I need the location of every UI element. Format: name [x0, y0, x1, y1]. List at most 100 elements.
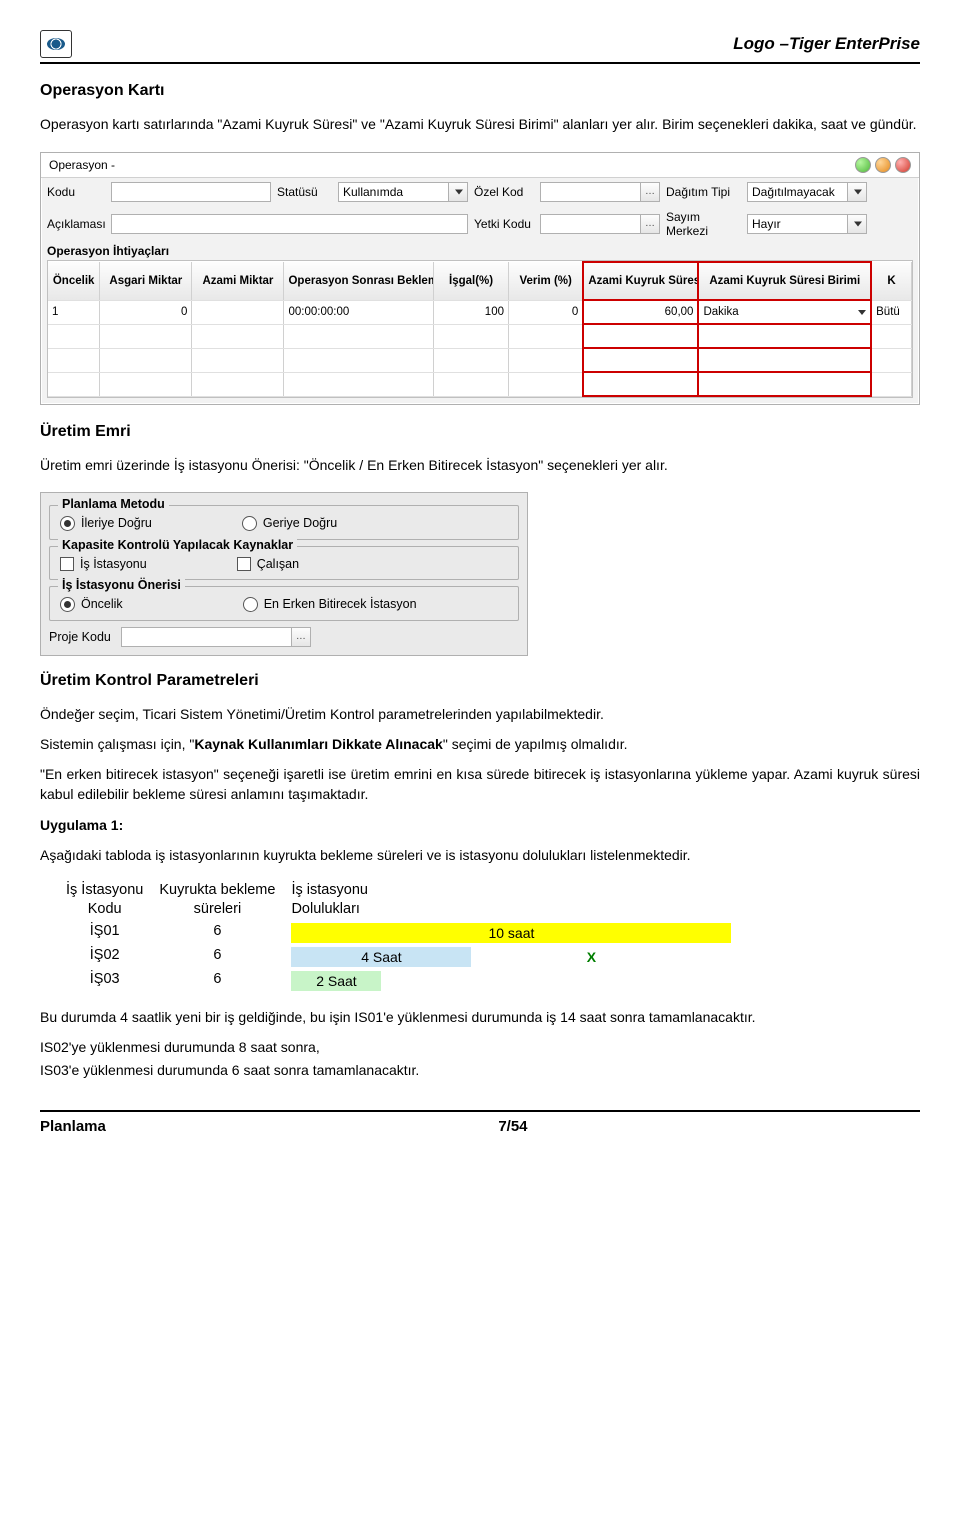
section3-title: Üretim Kontrol Parametreleri: [40, 672, 920, 690]
cell-kuyruk[interactable]: 60,00: [583, 300, 698, 324]
col-azami[interactable]: Azami Miktar: [192, 262, 284, 300]
col-birim[interactable]: Azami Kuyruk Süresi Birimi: [698, 262, 871, 300]
bottom-rule: [40, 1110, 920, 1112]
cell-kod: İŞ03: [58, 969, 151, 993]
chevron-down-icon: [854, 190, 862, 195]
s3-p3: "En erken bitirecek istasyon" seçeneği i…: [40, 764, 920, 805]
col-asgari[interactable]: Asgari Miktar: [100, 262, 192, 300]
s4-p3: IS03'e yüklenmesi durumunda 6 saat sonra…: [40, 1060, 920, 1080]
checkbox-icon: [60, 557, 74, 571]
planlama-panel: Planlama Metodu İleriye Doğru Geriye Doğ…: [40, 492, 528, 656]
section2-title: Üretim Emri: [40, 423, 920, 441]
th-doluluk: İş istasyonuDolulukları: [283, 879, 739, 921]
window-title: Operasyon -: [49, 158, 115, 172]
row-is01: İŞ01 6 10 saat: [58, 921, 739, 945]
cell-isgal[interactable]: 100: [434, 300, 509, 324]
s3-p4: Aşağıdaki tabloda iş istasyonlarının kuy…: [40, 845, 920, 865]
radio-on-icon: [60, 597, 75, 612]
row-is02: İŞ02 6 4 SaatX: [58, 945, 739, 969]
group-label: Operasyon İhtiyaçları: [41, 242, 919, 258]
dagitim-select[interactable]: Dağıtılmayacak: [747, 182, 867, 202]
cell-asgari[interactable]: 0: [100, 300, 192, 324]
yetki-input[interactable]: [540, 214, 660, 234]
cell-azami[interactable]: [192, 300, 284, 324]
radio-oncelik[interactable]: Öncelik: [60, 597, 123, 612]
aciklama-label: Açıklaması: [47, 217, 105, 231]
yetki-label: Yetki Kodu: [474, 217, 534, 231]
kodu-label: Kodu: [47, 185, 105, 199]
birim-options: Dakika Saat Gün: [698, 323, 871, 324]
close-icon[interactable]: [895, 157, 911, 173]
bar-blue: 4 Saat: [291, 947, 471, 967]
cell-kb: 6: [151, 945, 283, 969]
radio-off-icon: [242, 516, 257, 531]
cell-bekleme[interactable]: 00:00:00:00: [284, 300, 434, 324]
cell-k[interactable]: Bütü: [871, 300, 911, 324]
bar-x-marker: X: [471, 947, 711, 967]
uygulama-heading: Uygulama 1:: [40, 815, 920, 835]
checkbox-icon: [237, 557, 251, 571]
cell-kb: 6: [151, 969, 283, 993]
th-kod: İş İstasyonuKodu: [58, 879, 151, 921]
col-oncelik[interactable]: Öncelik: [48, 262, 100, 300]
station-table: İş İstasyonuKodu Kuyrukta beklemesüreler…: [58, 879, 739, 993]
bar-yellow: 10 saat: [291, 923, 731, 943]
chevron-down-icon: [858, 310, 866, 315]
radio-off-icon: [243, 597, 258, 612]
logo-icon: [40, 30, 72, 58]
statusu-label: Statüsü: [277, 185, 332, 199]
section2-para: Üretim emri üzerinde İş istasyonu Öneris…: [40, 455, 920, 475]
check-istasyon[interactable]: İş İstasyonu: [60, 557, 147, 571]
s4-p1: Bu durumda 4 saatlik yeni bir iş geldiği…: [40, 1007, 920, 1027]
bar-green: 2 Saat: [291, 971, 381, 991]
col-k[interactable]: K: [871, 262, 911, 300]
col-isgal[interactable]: İşgal(%): [434, 262, 509, 300]
radio-ileriye[interactable]: İleriye Doğru: [60, 516, 152, 531]
row-is03: İŞ03 6 2 Saat: [58, 969, 739, 993]
legend-kapasite: Kapasite Kontrolü Yapılacak Kaynaklar: [58, 538, 297, 552]
minimize-icon[interactable]: [855, 157, 871, 173]
footer-left: Planlama: [40, 1118, 106, 1135]
top-rule: [40, 62, 920, 64]
radio-geriye[interactable]: Geriye Doğru: [242, 516, 337, 531]
legend-oneri: İş İstasyonu Önerisi: [58, 578, 185, 592]
maximize-icon[interactable]: [875, 157, 891, 173]
legend-planlama: Planlama Metodu: [58, 497, 169, 511]
cell-oncelik[interactable]: 1: [48, 300, 100, 324]
ozelkod-label: Özel Kod: [474, 185, 534, 199]
ozelkod-input[interactable]: [540, 182, 660, 202]
brand-text: Logo –Tiger EnterPrise: [733, 34, 920, 54]
col-bekleme[interactable]: Operasyon Sonrası Bekleme Süresi: [284, 262, 434, 300]
cell-verim[interactable]: 0: [508, 300, 583, 324]
cell-kod: İŞ01: [58, 921, 151, 945]
section1-title: Operasyon Kartı: [40, 82, 920, 100]
s3-p1: Öndeğer seçim, Ticari Sistem Yönetimi/Ür…: [40, 704, 920, 724]
operasyon-grid: Öncelik Asgari Miktar Azami Miktar Opera…: [47, 260, 913, 398]
statusu-select[interactable]: Kullanımda: [338, 182, 468, 202]
operasyon-window: Operasyon - Kodu Statüsü Kullanımda Özel…: [40, 152, 920, 405]
col-verim[interactable]: Verim (%): [508, 262, 583, 300]
section1-para: Operasyon kartı satırlarında "Azami Kuyr…: [40, 114, 920, 134]
th-kuyruk: Kuyrukta beklemesüreleri: [151, 879, 283, 921]
kodu-input[interactable]: [111, 182, 271, 202]
radio-erken[interactable]: En Erken Bitirecek İstasyon: [243, 597, 417, 612]
proje-kodu-label: Proje Kodu: [49, 630, 111, 644]
footer-page: 7/54: [498, 1118, 527, 1135]
grid-header-row: Öncelik Asgari Miktar Azami Miktar Opera…: [48, 262, 912, 300]
radio-on-icon: [60, 516, 75, 531]
grid-data-row[interactable]: 1 0 00:00:00:00 100 0 60,00 Dakika Dakik…: [48, 300, 912, 324]
dagitim-label: Dağıtım Tipi: [666, 185, 741, 199]
chevron-down-icon: [455, 190, 463, 195]
cell-kb: 6: [151, 921, 283, 945]
cell-kod: İŞ02: [58, 945, 151, 969]
col-kuyruk[interactable]: Azami Kuyruk Süresi: [583, 262, 698, 300]
s4-p2: IS02'ye yüklenmesi durumunda 8 saat sonr…: [40, 1037, 920, 1057]
proje-kodu-input[interactable]: [121, 627, 311, 647]
sayim-label: Sayım Merkezi: [666, 210, 741, 238]
check-calisan[interactable]: Çalışan: [237, 557, 299, 571]
aciklama-input[interactable]: [111, 214, 468, 234]
cell-birim-dropdown[interactable]: Dakika Dakika Saat Gün: [698, 300, 871, 324]
s3-p2: Sistemin çalışması için, "Kaynak Kullanı…: [40, 734, 920, 754]
sayim-select[interactable]: Hayır: [747, 214, 867, 234]
chevron-down-icon: [854, 222, 862, 227]
